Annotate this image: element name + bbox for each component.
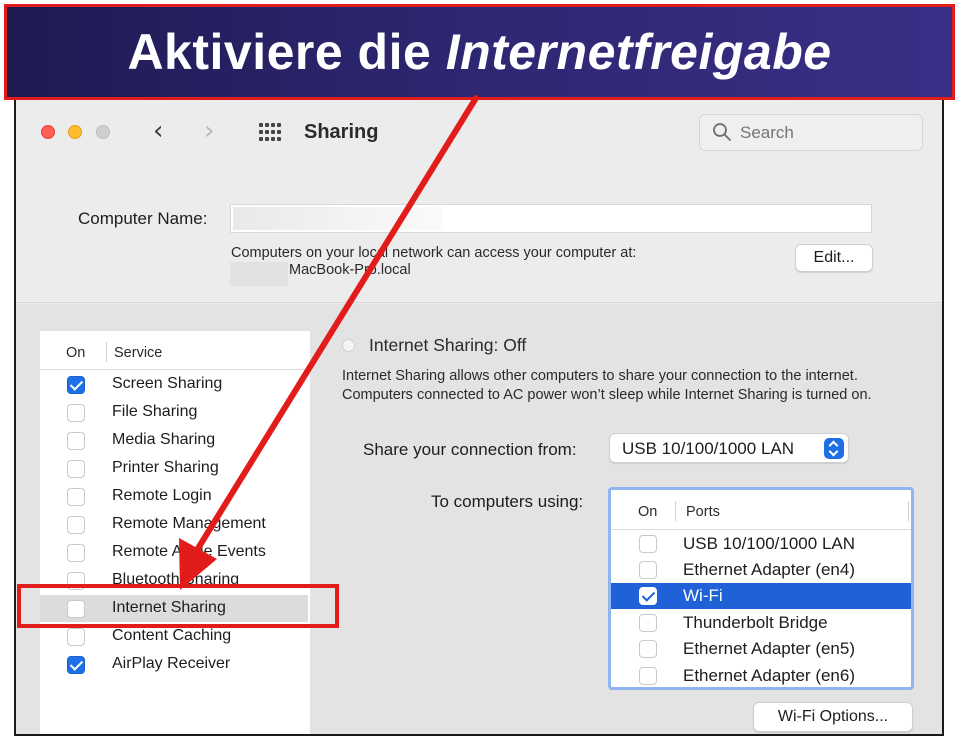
service-checkbox[interactable] bbox=[67, 404, 85, 422]
internet-sharing-status-radio[interactable] bbox=[342, 339, 355, 352]
port-row-ethernet-en5[interactable]: Ethernet Adapter (en5) bbox=[611, 636, 911, 662]
wifi-options-button[interactable]: Wi-Fi Options... bbox=[753, 702, 913, 732]
service-label: File Sharing bbox=[112, 403, 198, 420]
service-label: Printer Sharing bbox=[112, 459, 219, 476]
port-label: Ethernet Adapter (en4) bbox=[683, 560, 856, 579]
port-label: USB 10/100/1000 LAN bbox=[683, 534, 856, 553]
host-redaction bbox=[230, 262, 288, 286]
instruction-banner: Aktiviere die Internetfreigabe bbox=[4, 4, 955, 100]
internet-sharing-status: Internet Sharing: Off bbox=[369, 335, 527, 355]
service-checkbox[interactable] bbox=[67, 516, 85, 534]
port-row-ethernet-en4[interactable]: Ethernet Adapter (en4) bbox=[611, 557, 911, 583]
port-checkbox[interactable] bbox=[639, 535, 657, 553]
service-checkbox[interactable] bbox=[67, 656, 85, 674]
show-all-grid-icon[interactable] bbox=[259, 123, 281, 141]
port-label: Ethernet Adapter (en5) bbox=[683, 639, 856, 658]
window-title: Sharing bbox=[304, 121, 379, 143]
service-label: Remote Login bbox=[112, 487, 212, 504]
service-row-printer-sharing[interactable]: Printer Sharing bbox=[40, 455, 308, 482]
column-divider bbox=[675, 501, 676, 521]
ports-list-header: On Ports bbox=[611, 490, 911, 530]
internet-sharing-description: Internet Sharing allows other computers … bbox=[342, 368, 872, 403]
port-row-usb-lan[interactable]: USB 10/100/1000 LAN bbox=[611, 531, 911, 557]
back-arrow-icon[interactable]: ‹ bbox=[153, 116, 163, 146]
service-label: Content Caching bbox=[112, 627, 232, 644]
port-row-ethernet-en6[interactable]: Ethernet Adapter (en6) bbox=[611, 663, 911, 689]
ports-list: On Ports USB 10/100/1000 LAN Ethernet Ad… bbox=[608, 487, 914, 690]
service-label: AirPlay Receiver bbox=[112, 655, 231, 672]
column-header-service[interactable]: Service bbox=[114, 345, 162, 361]
column-header-on[interactable]: On bbox=[638, 504, 657, 520]
port-checkbox[interactable] bbox=[639, 667, 657, 685]
service-row-remote-management[interactable]: Remote Management bbox=[40, 511, 308, 538]
computer-name-value bbox=[233, 207, 443, 230]
service-row-remote-login[interactable]: Remote Login bbox=[40, 483, 308, 510]
title-bar: ‹ › Sharing bbox=[16, 100, 942, 168]
service-row-remote-apple-events[interactable]: Remote Apple Events bbox=[40, 539, 308, 566]
minimize-button[interactable] bbox=[68, 125, 82, 139]
service-list-header: On Service bbox=[40, 331, 310, 370]
service-row-screen-sharing[interactable]: Screen Sharing bbox=[40, 371, 308, 398]
port-row-wifi[interactable]: Wi-Fi bbox=[611, 583, 911, 609]
banner-title: Aktiviere die Internetfreigabe bbox=[127, 23, 831, 81]
computer-name-label: Computer Name: bbox=[78, 209, 208, 228]
share-from-select[interactable]: USB 10/100/1000 LAN bbox=[609, 433, 849, 463]
port-label: Ethernet Adapter (en6) bbox=[683, 666, 856, 685]
service-label: Screen Sharing bbox=[112, 375, 223, 392]
service-label: Remote Apple Events bbox=[112, 543, 266, 560]
column-header-ports[interactable]: Ports bbox=[686, 504, 720, 520]
banner-title-plain: Aktiviere die bbox=[127, 24, 446, 80]
popup-stepper-icon bbox=[824, 438, 844, 459]
sharing-main-pane: On Service Screen Sharing File Sharing M… bbox=[16, 304, 942, 734]
local-hostname: MacBook-Pro.local bbox=[289, 262, 411, 278]
service-row-media-sharing[interactable]: Media Sharing bbox=[40, 427, 308, 454]
port-row-thunderbolt-bridge[interactable]: Thunderbolt Bridge bbox=[611, 610, 911, 636]
service-checkbox[interactable] bbox=[67, 432, 85, 450]
service-checkbox[interactable] bbox=[67, 628, 85, 646]
search-input[interactable] bbox=[740, 122, 910, 144]
zoom-button[interactable] bbox=[96, 125, 110, 139]
edit-button[interactable]: Edit... bbox=[795, 244, 873, 272]
service-label: Media Sharing bbox=[112, 431, 216, 448]
share-from-label: Share your connection from: bbox=[363, 440, 577, 459]
service-row-file-sharing[interactable]: File Sharing bbox=[40, 399, 308, 426]
forward-arrow-icon[interactable]: › bbox=[204, 116, 214, 146]
network-access-info: Computers on your local network can acce… bbox=[231, 245, 637, 261]
port-label: Thunderbolt Bridge bbox=[683, 613, 828, 632]
column-divider bbox=[106, 342, 107, 362]
port-checkbox[interactable] bbox=[639, 587, 657, 605]
close-button[interactable] bbox=[41, 125, 55, 139]
service-checkbox[interactable] bbox=[67, 544, 85, 562]
port-checkbox[interactable] bbox=[639, 640, 657, 658]
banner-title-emphasis: Internetfreigabe bbox=[445, 24, 832, 80]
service-row-airplay-receiver[interactable]: AirPlay Receiver bbox=[40, 651, 308, 678]
search-field[interactable] bbox=[699, 114, 923, 151]
port-checkbox[interactable] bbox=[639, 614, 657, 632]
share-from-value: USB 10/100/1000 LAN bbox=[622, 439, 795, 458]
computer-name-field[interactable] bbox=[230, 204, 872, 233]
to-computers-label: To computers using: bbox=[431, 492, 584, 511]
port-label: Wi-Fi bbox=[683, 586, 723, 605]
highlight-box bbox=[17, 584, 339, 628]
port-checkbox[interactable] bbox=[639, 561, 657, 579]
service-list: On Service Screen Sharing File Sharing M… bbox=[40, 331, 310, 734]
service-checkbox[interactable] bbox=[67, 376, 85, 394]
service-label: Remote Management bbox=[112, 515, 266, 532]
service-checkbox[interactable] bbox=[67, 460, 85, 478]
computer-name-section: Computer Name: Computers on your local n… bbox=[16, 168, 942, 303]
search-icon bbox=[713, 123, 731, 141]
service-checkbox[interactable] bbox=[67, 488, 85, 506]
column-header-on[interactable]: On bbox=[66, 345, 85, 361]
column-divider bbox=[908, 501, 909, 521]
sharing-window: ‹ › Sharing Computer Name: Computers on … bbox=[14, 100, 944, 736]
